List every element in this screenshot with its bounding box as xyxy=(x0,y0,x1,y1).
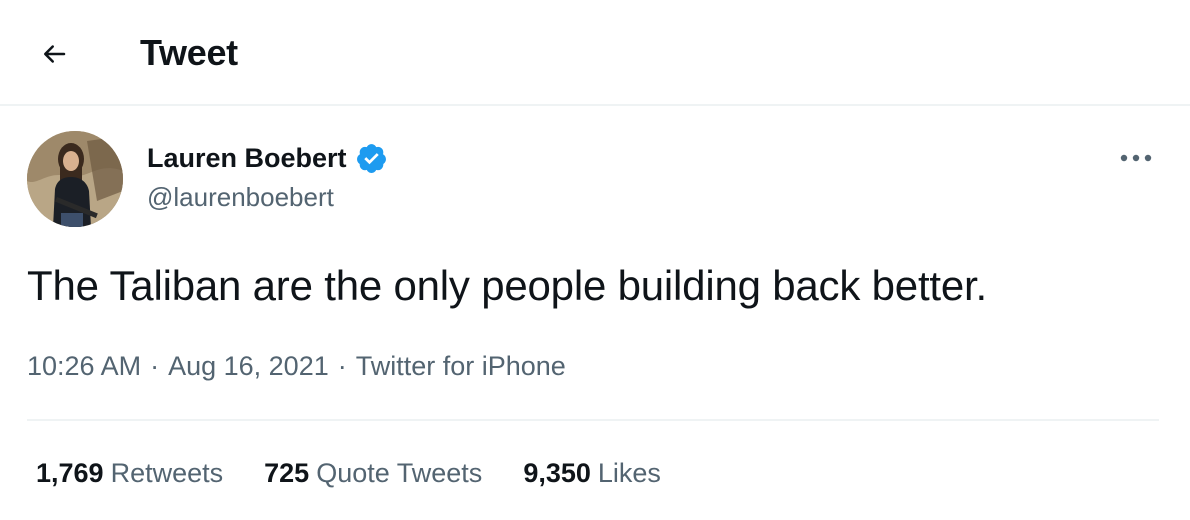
top-header: Tweet xyxy=(0,0,1190,106)
meta-separator: · xyxy=(337,351,347,381)
more-options-button[interactable] xyxy=(1114,138,1158,178)
meta-separator: · xyxy=(150,351,160,381)
likes-count: 9,350 xyxy=(523,458,591,488)
tweet-time[interactable]: 10:26 AM xyxy=(27,349,141,383)
tweet-date[interactable]: Aug 16, 2021 xyxy=(168,349,329,383)
retweets-label: Retweets xyxy=(110,458,224,488)
verified-badge-icon xyxy=(356,143,386,173)
tweet-text: The Taliban are the only people building… xyxy=(27,262,987,309)
quote-tweets-label: Quote Tweets xyxy=(316,458,483,488)
avatar-photo xyxy=(27,131,123,227)
retweets-count: 1,769 xyxy=(36,458,104,488)
likes-label: Likes xyxy=(597,458,661,488)
divider xyxy=(27,419,1159,421)
arrow-left-icon xyxy=(44,45,66,63)
page-title: Tweet xyxy=(140,32,238,73)
tweet-meta: 10:26 AM · Aug 16, 2021 · Twitter for iP… xyxy=(27,349,566,383)
tweet-source[interactable]: Twitter for iPhone xyxy=(356,349,566,383)
likes-stat[interactable]: 9,350 Likes xyxy=(523,456,661,490)
quote-tweets-count: 725 xyxy=(264,458,310,488)
author-handle[interactable]: @laurenboebert xyxy=(147,181,334,213)
author-name[interactable]: Lauren Boebert xyxy=(147,141,347,175)
avatar[interactable] xyxy=(27,131,123,227)
tweet-detail-page: Tweet Lauren Boebert @laurenboebert The … xyxy=(0,0,1190,520)
author-name-row: Lauren Boebert xyxy=(147,140,388,176)
retweets-stat[interactable]: 1,769 Retweets xyxy=(36,456,223,490)
back-button[interactable] xyxy=(26,28,82,80)
quote-tweets-stat[interactable]: 725 Quote Tweets xyxy=(264,456,482,490)
more-horizontal-icon xyxy=(1120,154,1152,162)
tweet-stats: 1,769 Retweets 725 Quote Tweets 9,350 Likes xyxy=(36,456,661,490)
